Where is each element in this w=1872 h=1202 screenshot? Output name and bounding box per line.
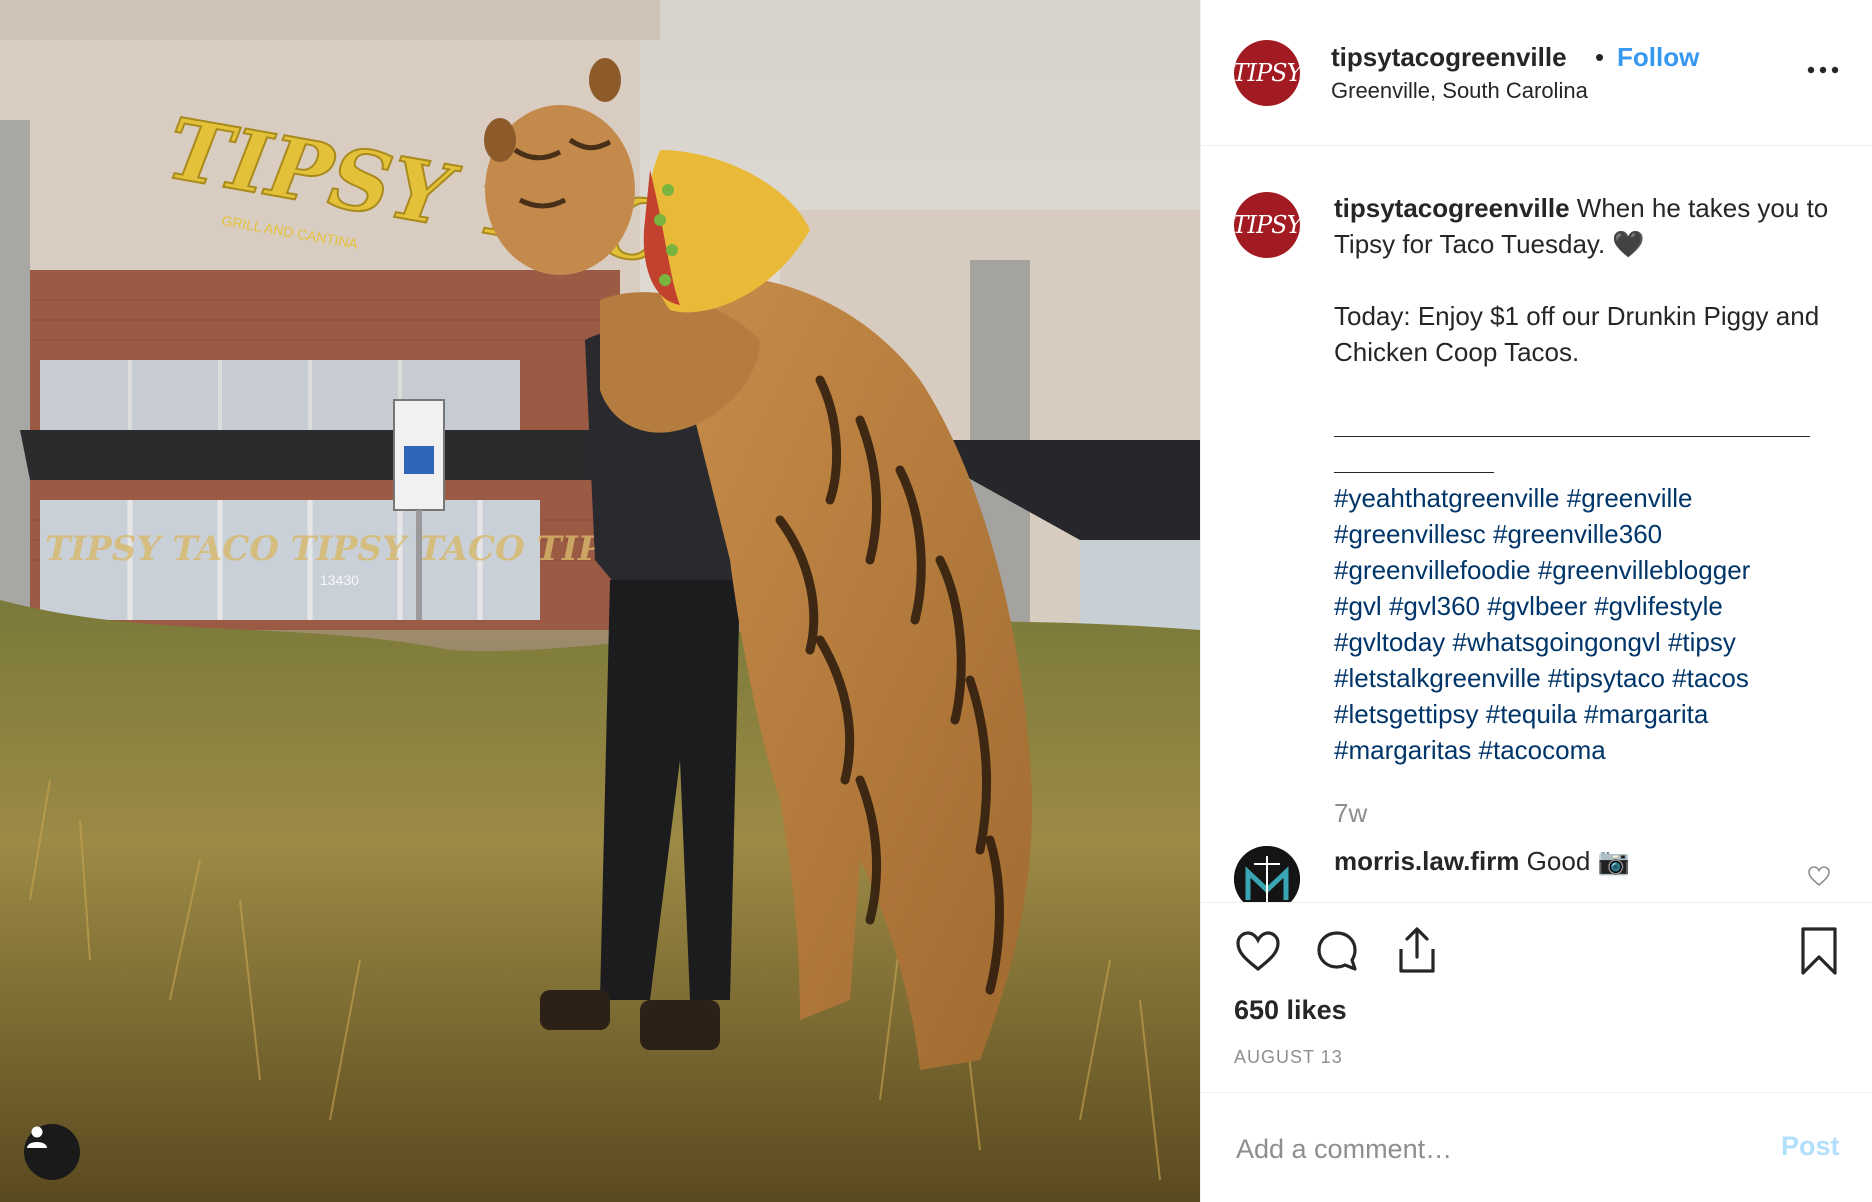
hashtag-link[interactable]: #whatsgoingongvl <box>1453 627 1661 657</box>
hashtag-link[interactable]: #greenvillesc <box>1334 519 1486 549</box>
hashtag-link[interactable]: #tacocoma <box>1479 735 1606 765</box>
caption-avatar[interactable]: TIPSY <box>1234 192 1300 258</box>
comment-like-heart-icon[interactable] <box>1807 864 1831 888</box>
person-icon <box>27 1126 47 1148</box>
hashtag-link[interactable]: #margarita <box>1584 699 1708 729</box>
comment-username[interactable]: morris.law.firm <box>1334 846 1519 876</box>
comments-list[interactable]: TIPSY tipsytacogreenville When he takes … <box>1201 146 1872 902</box>
caption-divider <box>1334 436 1810 437</box>
caption-line-2: Today: Enjoy $1 off our Drunkin Piggy an… <box>1334 301 1820 367</box>
caption-text: tipsytacogreenville When he takes you to… <box>1334 190 1834 370</box>
caption-username[interactable]: tipsytacogreenville <box>1334 193 1570 223</box>
comment-bubble-icon[interactable] <box>1313 927 1361 975</box>
post-comment-button[interactable]: Post <box>1781 1131 1840 1162</box>
comment-text: Good 📷 <box>1526 846 1630 876</box>
avatar-logo: TIPSY <box>1234 59 1300 87</box>
follow-button[interactable]: Follow <box>1617 42 1699 73</box>
post-actions: 650 likes AUGUST 13 <box>1201 902 1872 1092</box>
comment-avatar[interactable] <box>1234 846 1300 902</box>
post-photo[interactable]: TIPSY TACO GRILL AND CANTINA TIPSY TACO … <box>0 0 1200 1202</box>
caption-timestamp[interactable]: 7w <box>1334 798 1367 829</box>
instagram-post: TIPSY TACO GRILL AND CANTINA TIPSY TACO … <box>0 0 1872 1202</box>
hashtag-list: #yeahthatgreenville #greenville #greenvi… <box>1334 480 1834 768</box>
hashtag-link[interactable]: #tacos <box>1672 663 1749 693</box>
like-heart-icon[interactable] <box>1234 927 1282 975</box>
address-number: 13430 <box>320 572 359 588</box>
hashtag-link[interactable]: #tipsy <box>1668 627 1736 657</box>
post-side-panel: TIPSY tipsytacogreenville • Follow Green… <box>1200 0 1872 1202</box>
hashtag-link[interactable]: #greenvilleblogger <box>1538 555 1750 585</box>
post-date[interactable]: AUGUST 13 <box>1234 1047 1343 1068</box>
hashtag-link[interactable]: #gvlifestyle <box>1594 591 1723 621</box>
bookmark-save-icon[interactable] <box>1797 925 1841 977</box>
separator-dot: • <box>1595 42 1605 72</box>
hashtag-link[interactable]: #margaritas <box>1334 735 1471 765</box>
post-author-username[interactable]: tipsytacogreenville <box>1331 42 1567 73</box>
post-header: TIPSY tipsytacogreenville • Follow Green… <box>1201 0 1872 146</box>
comment-input[interactable] <box>1234 1123 1738 1175</box>
avatar[interactable]: TIPSY <box>1234 40 1300 106</box>
hashtag-link[interactable]: #greenvillefoodie <box>1334 555 1531 585</box>
hashtag-link[interactable]: #greenville360 <box>1493 519 1662 549</box>
hashtag-link[interactable]: #yeahthatgreenville <box>1334 483 1560 513</box>
hashtag-link[interactable]: #gvl <box>1334 591 1382 621</box>
comment-item: morris.law.firm Good 📷 <box>1334 846 1630 877</box>
post-location[interactable]: Greenville, South Carolina <box>1331 78 1588 104</box>
share-upload-icon[interactable] <box>1393 925 1441 977</box>
add-comment-bar: Post <box>1201 1092 1872 1202</box>
hashtag-link[interactable]: #gvlbeer <box>1487 591 1587 621</box>
hashtag-link[interactable]: #letsgettipsy <box>1334 699 1479 729</box>
tagged-users-button[interactable] <box>24 1124 80 1180</box>
hashtag-link[interactable]: #gvl360 <box>1389 591 1480 621</box>
likes-count[interactable]: 650 likes <box>1234 995 1347 1026</box>
hashtag-link[interactable]: #tequila <box>1486 699 1577 729</box>
avatar-logo: TIPSY <box>1234 211 1300 239</box>
hashtag-link[interactable]: #gvltoday <box>1334 627 1445 657</box>
hashtag-link[interactable]: #letstalkgreenville <box>1334 663 1541 693</box>
caption-divider-short <box>1334 472 1494 473</box>
photo-illustration: TIPSY TACO GRILL AND CANTINA TIPSY TACO … <box>0 0 1200 1202</box>
law-firm-logo-icon <box>1234 846 1300 902</box>
hashtag-link[interactable]: #greenville <box>1567 483 1693 513</box>
hashtag-link[interactable]: #tipsytaco <box>1548 663 1665 693</box>
more-horizontal-icon[interactable] <box>1803 60 1843 80</box>
